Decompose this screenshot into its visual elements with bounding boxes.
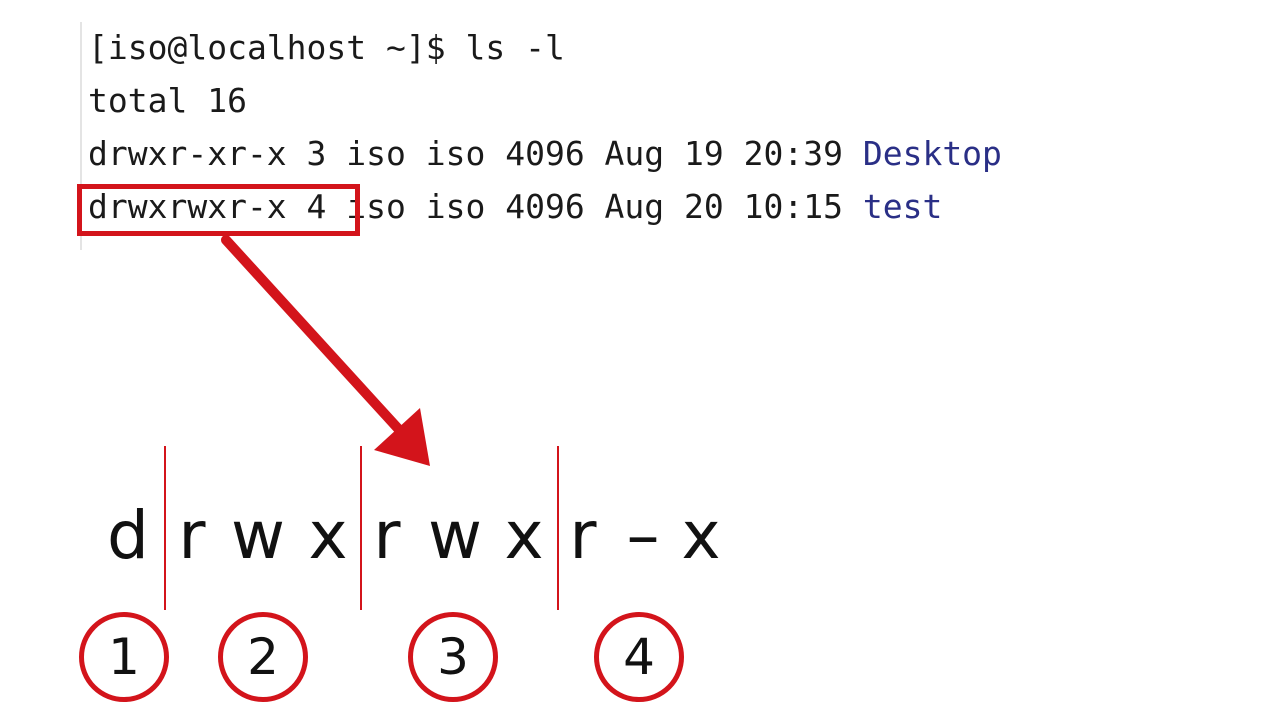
group-number-circle: 1	[79, 612, 169, 702]
permission-char-owner-read: r	[178, 497, 206, 574]
permission-char-other-read: r	[569, 497, 597, 574]
permission-highlight-box	[77, 184, 360, 236]
terminal-total-line: total 16	[88, 81, 247, 120]
group-number-circle: 2	[218, 612, 308, 702]
permission-char-other-execute: x	[681, 497, 721, 574]
permission-char-owner-execute: x	[308, 497, 348, 574]
directory-name: test	[862, 187, 943, 226]
directory-name: Desktop	[862, 134, 1002, 173]
permission-char-group-execute: x	[504, 497, 544, 574]
permission-char-type: d	[107, 497, 149, 574]
separator-line	[360, 446, 362, 610]
permission-char-group-write: w	[428, 497, 482, 574]
diagram-canvas: [iso@localhost ~]$ ls -l total 16 drwxr-…	[0, 0, 1272, 728]
permission-char-other-write: –	[626, 497, 660, 574]
terminal-prompt-line: [iso@localhost ~]$ ls -l	[88, 28, 565, 67]
permission-char-group-read: r	[373, 497, 401, 574]
group-number-circle: 3	[408, 612, 498, 702]
permission-char-owner-write: w	[231, 497, 285, 574]
separator-line	[164, 446, 166, 610]
group-number-circle: 4	[594, 612, 684, 702]
terminal-row-desktop: drwxr-xr-x 3 iso iso 4096 Aug 19 20:39 D…	[88, 134, 1002, 174]
separator-line	[557, 446, 559, 610]
row-attributes: drwxr-xr-x 3 iso iso 4096 Aug 19 20:39	[88, 134, 863, 173]
